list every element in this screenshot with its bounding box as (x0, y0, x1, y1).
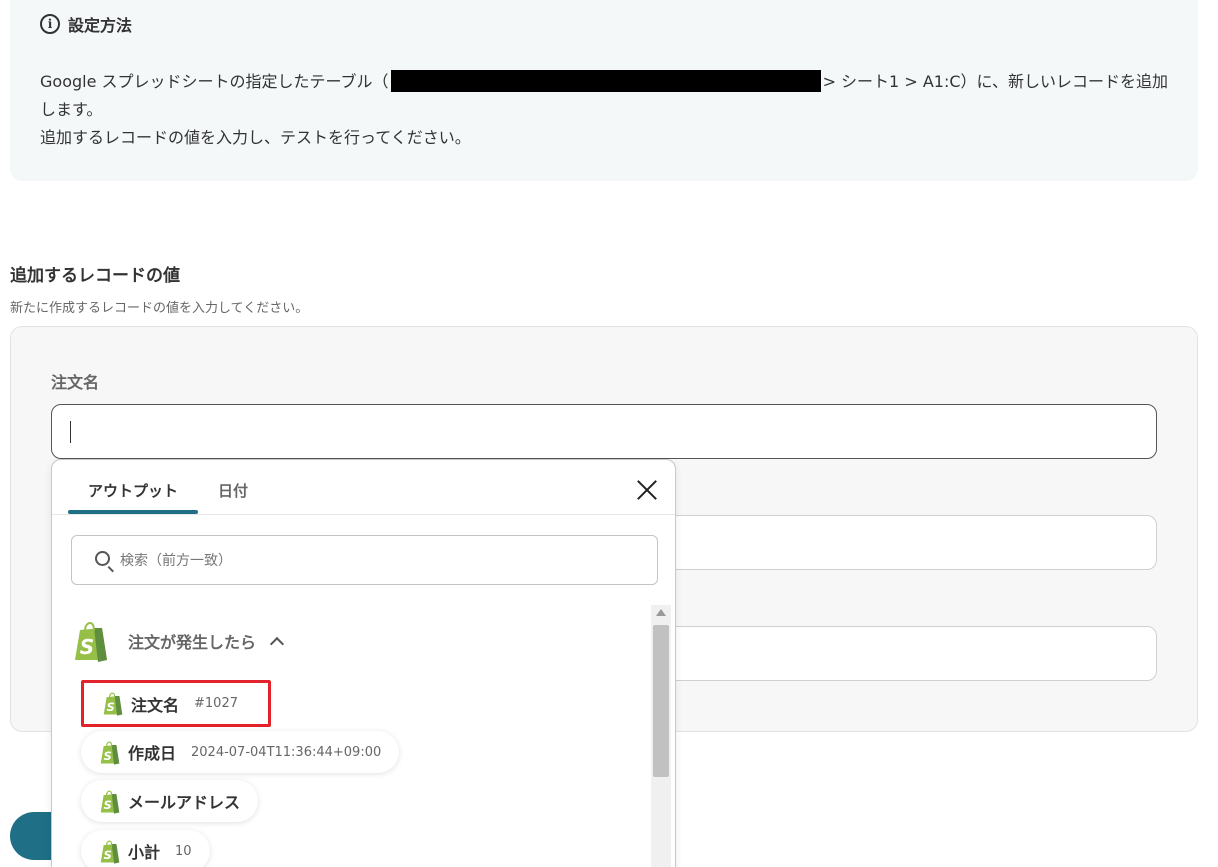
output-picker-popup: アウトプット 日付 注文が発生したら 注文名 #1027 作成日 2024-07… (51, 459, 676, 867)
output-item-value: #1027 (194, 696, 238, 711)
order-name-label: 注文名 (51, 373, 100, 392)
shopify-icon (72, 620, 110, 662)
section-title: 追加するレコードの値 (10, 266, 180, 286)
close-icon[interactable] (636, 479, 658, 501)
tab-date[interactable]: 日付 (218, 480, 248, 501)
search-icon (95, 551, 110, 566)
redacted-block (390, 70, 821, 92)
order-name-input[interactable] (51, 404, 1157, 459)
shopify-icon (99, 740, 121, 765)
shopify-icon (99, 839, 121, 864)
output-item-label: メールアドレス (128, 793, 241, 812)
group-header[interactable]: 注文が発生したら (72, 620, 285, 662)
shopify-icon (99, 789, 121, 814)
active-tab-indicator (68, 510, 198, 514)
output-item-label: 作成日 (128, 744, 177, 763)
search-input[interactable] (120, 549, 640, 573)
output-item-label: 注文名 (131, 695, 180, 715)
chevron-up-icon[interactable] (269, 636, 285, 652)
info-header: i 設定方法 (40, 12, 132, 36)
output-item-created-at[interactable]: 作成日 2024-07-04T11:36:44+09:00 (81, 731, 400, 773)
popup-tabs: アウトプット 日付 (52, 460, 675, 515)
info-text-before: Google スプレッドシートの指定したテーブル（ (40, 72, 389, 91)
info-icon: i (40, 14, 60, 34)
tab-output[interactable]: アウトプット (88, 480, 178, 501)
output-item-order-name[interactable]: 注文名 #1027 (81, 680, 271, 727)
scroll-up-icon[interactable] (656, 609, 666, 616)
group-label: 注文が発生したら (128, 633, 257, 652)
shopify-icon (102, 691, 124, 716)
output-item-email[interactable]: メールアドレス (81, 780, 259, 822)
info-text: Google スプレッドシートの指定したテーブル（ > シート1 > A1:C）に… (40, 68, 1170, 152)
scrollbar[interactable] (651, 605, 671, 867)
text-caret (70, 421, 71, 443)
output-item-value: 10 (175, 843, 192, 859)
info-text-line2: 追加するレコードの値を入力し、テストを行ってください。 (40, 128, 471, 147)
info-title: 設定方法 (68, 16, 133, 35)
section-description: 新たに作成するレコードの値を入力してください。 (10, 301, 309, 316)
output-item-subtotal[interactable]: 小計 10 (81, 830, 210, 867)
search-box[interactable] (71, 535, 658, 585)
output-item-value: 2024-07-04T11:36:44+09:00 (191, 744, 382, 760)
scroll-thumb[interactable] (653, 625, 669, 777)
output-item-label: 小計 (128, 843, 161, 862)
